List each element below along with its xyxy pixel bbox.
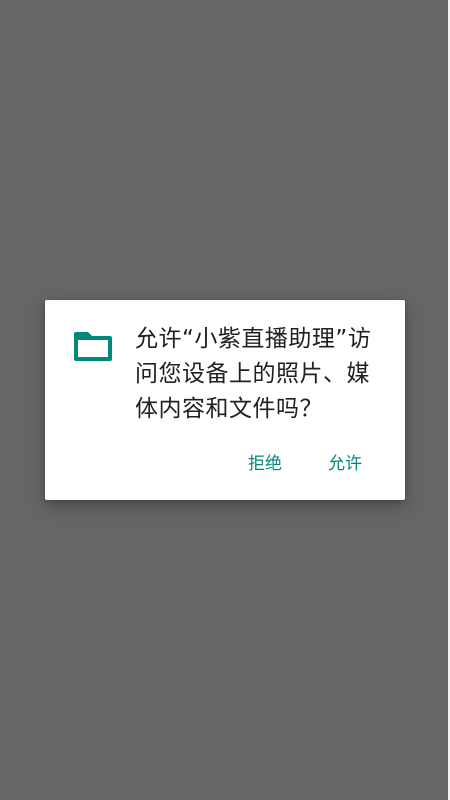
deny-button[interactable]: 拒绝: [248, 452, 282, 476]
allow-button[interactable]: 允许: [328, 452, 362, 476]
permission-message: 允许“小紫直播助理”访问您设备上的照片、媒体内容和文件吗？: [135, 326, 372, 422]
permission-dialog: 允许“小紫直播助理”访问您设备上的照片、媒体内容和文件吗？ 拒绝 允许: [45, 300, 405, 500]
folder-icon: [73, 330, 113, 362]
